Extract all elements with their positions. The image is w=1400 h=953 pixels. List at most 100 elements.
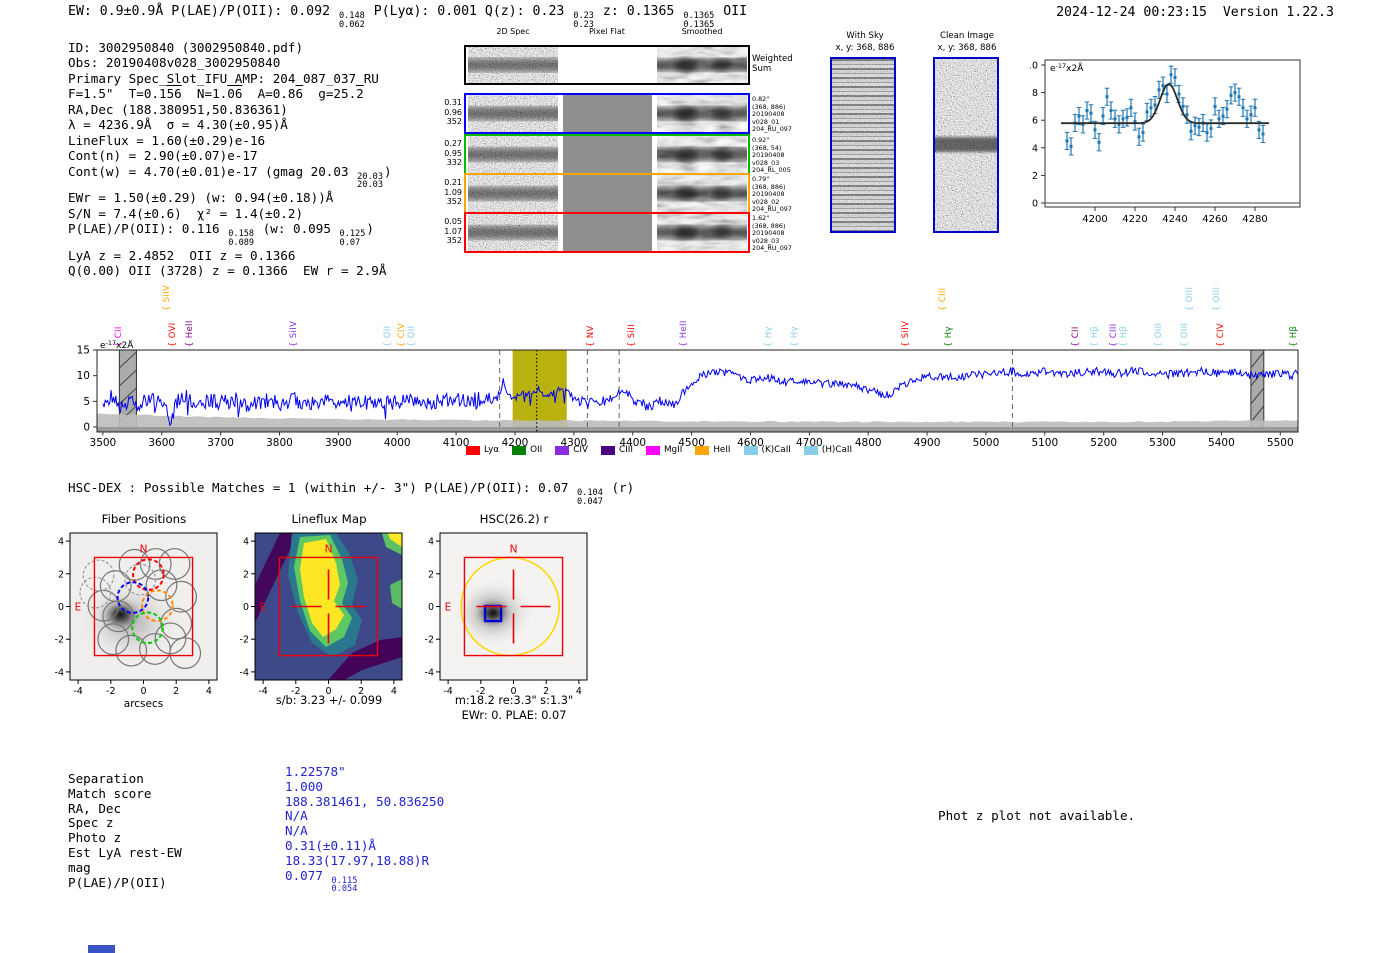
legend-swatch <box>645 445 660 455</box>
match-row-value: N/A <box>285 808 308 824</box>
x-tick-label: 4200 <box>1082 214 1107 225</box>
x-tick-label: 4000 <box>384 437 411 449</box>
twod-row-left-labels: 0.05 1.07 352 <box>444 217 462 246</box>
emission-line-label: { CIII <box>936 287 947 311</box>
report-datetime: 2024-12-24 00:23:15 <box>1056 5 1207 20</box>
match-row-value: N/A <box>285 823 308 839</box>
x-tick-label: 3900 <box>325 437 352 449</box>
match-row-label: mag <box>68 859 91 875</box>
x-tick-label: 4280 <box>1242 214 1267 225</box>
y-tick-label: 10 <box>1030 61 1038 72</box>
north-label: N <box>140 543 148 555</box>
zero-baseline-band <box>97 427 1298 432</box>
pixel-flat-cell <box>563 175 652 212</box>
clean-image-noise <box>935 59 997 231</box>
twod-row-right-labels: Weighted Sum <box>752 54 793 74</box>
legend-swatch <box>695 445 710 455</box>
stacked-uncertainty: 20.03 20.03 <box>357 171 383 191</box>
data-point <box>1093 128 1097 132</box>
legend-swatch <box>601 445 615 455</box>
info-line: F=1.5" T=0.156 N=1.06 A=0.86 g=25.2 <box>68 86 364 102</box>
twod-row-right-labels: 0.79" (368, 886) 20190408 v028_02 204_RU_097 <box>752 175 792 213</box>
overlined-digits: 56 <box>166 86 182 102</box>
info-line: Primary Spec_Slot_IFU_AMP: 204_087_037_R… <box>68 70 379 86</box>
data-point <box>1185 113 1189 117</box>
legend-swatch <box>555 445 570 455</box>
data-point <box>1105 95 1109 99</box>
detection-info-block: ID: 3002950840 (3002950840.pdf) Obs: 2019… <box>68 40 392 279</box>
fit-ylabel: e-17x2Å <box>1050 62 1084 74</box>
noise-image <box>468 136 558 173</box>
lineflux-map-title: Lineflux Map <box>291 512 367 526</box>
emission-line-label: { OIII <box>1211 286 1222 311</box>
noise-image <box>468 214 558 251</box>
data-point <box>1137 135 1141 139</box>
match-row-value: 1.000 <box>285 778 323 794</box>
y-tick-label: 8 <box>1032 88 1038 99</box>
x-tick-label: 5400 <box>1208 437 1235 449</box>
data-point <box>1253 106 1257 110</box>
x-tick-label: 5200 <box>1090 437 1117 449</box>
y-tick-label: -4 <box>425 667 434 678</box>
match-row-value: 0.077 0.115 0.054 <box>285 867 358 895</box>
info-line: RA,Dec (188.380951,50.836361) <box>68 101 288 117</box>
y-tick-label: -2 <box>55 635 64 646</box>
data-point <box>1193 124 1197 128</box>
match-row-label: Separation <box>68 771 144 786</box>
legend-label: (H)CaII <box>821 445 853 455</box>
data-point <box>1121 117 1125 121</box>
spectrum-legend: Lyα OII CIV CIII MgII HeII (K)CaII (H)CaII <box>466 445 852 455</box>
info-line: EWr = 1.50(±0.29) (w: 0.94(±0.18))Å <box>68 190 334 206</box>
clipped-panel-fragment <box>88 945 115 953</box>
x-tick-label: 3700 <box>207 437 234 449</box>
x-tick-label: 2 <box>173 686 179 697</box>
line-fit-plot: 4200 4220 4240 4260 4280 0 2 4 6 8 10 e-17x2Å <box>1030 59 1301 225</box>
y-tick-label: -2 <box>425 635 434 646</box>
emission-line-label: { SiIV <box>160 284 171 311</box>
twod-row-right-labels: 0.82" (368, 886) 20190408 v028_01 204_RU_097 <box>752 95 792 133</box>
data-point <box>1217 117 1221 121</box>
smoothed-cell <box>657 136 747 173</box>
data-point <box>1161 84 1165 88</box>
x-tick-label: 4 <box>206 686 212 697</box>
north-label: N <box>325 543 333 555</box>
pixel-flat-cell <box>563 136 652 173</box>
stacked-uncertainty: 0.125 0.07 <box>339 229 366 248</box>
data-point <box>1261 132 1265 136</box>
twod-spec-cell <box>468 95 558 132</box>
data-point <box>1189 129 1193 133</box>
y-tick-label: 0 <box>1032 199 1038 210</box>
data-point <box>1241 106 1245 110</box>
info-line: Cont(w) = 4.70(±0.01)e-17 (gmag 20.03 20… <box>68 163 392 191</box>
east-label: E <box>260 602 267 614</box>
y-tick-label: 4 <box>428 537 434 548</box>
photz-unavailable-note: Phot z plot not available. <box>938 808 1136 823</box>
smoothed-cell <box>657 47 747 83</box>
y-tick-label: 2 <box>58 569 64 580</box>
twod-col-header: 2D Spec <box>496 27 530 36</box>
y-tick-label: 4 <box>1032 143 1038 154</box>
x-tick-label: 4260 <box>1202 214 1227 225</box>
pixel-flat-cell <box>563 47 652 83</box>
data-point <box>1077 114 1081 118</box>
elixer-report-page: EW: 0.9±0.9Å P(LAE)/P(OII): 0.092 0.148 0… <box>0 0 1400 953</box>
overlined-digits: 06 <box>227 86 243 102</box>
data-point <box>1233 91 1237 95</box>
report-meta: 2024-12-24 00:23:15 Version 1.22.3 <box>1056 5 1334 20</box>
x-tick-label: 5100 <box>1031 437 1058 449</box>
stacked-uncertainty: 0.115 0.054 <box>331 875 358 895</box>
y-tick-label: -4 <box>55 667 64 678</box>
twod-row-right-labels: 0.92" (368, 54) 20190408 v028_03 204_RL_005 <box>752 136 791 174</box>
legend-item: Lyα <box>466 445 499 455</box>
fiber-positions-title: Fiber Positions <box>101 512 187 526</box>
noise-image <box>468 95 558 132</box>
hsc-cutout-title: HSC(26.2) r <box>479 512 549 526</box>
legend-item: OII <box>512 445 542 455</box>
legend-item: HeII <box>695 445 731 455</box>
info-line: LyA z = 2.4852 OII z = 0.1366 <box>68 247 296 263</box>
noise-image <box>468 175 558 212</box>
y-tick-label: 2 <box>428 569 434 580</box>
data-point <box>1153 103 1157 107</box>
data-point <box>1237 95 1241 99</box>
twod-row-left-labels: 0.27 0.95 332 <box>444 139 462 168</box>
